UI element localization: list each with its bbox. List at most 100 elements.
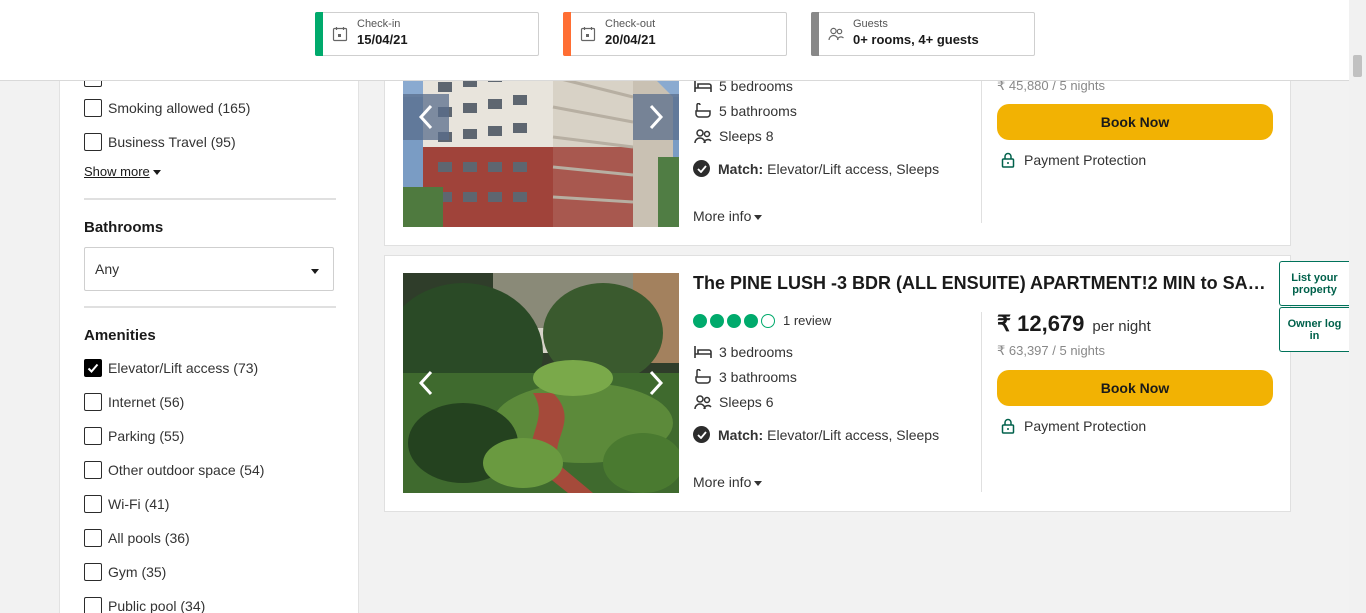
more-info-label: More info [693,474,752,490]
sleeps-text: Sleeps 6 [719,394,774,410]
match-label: Match: [718,426,764,443]
bathrooms-text: 3 bathrooms [719,369,797,385]
next-photo-button[interactable] [633,94,679,140]
listing-photo[interactable] [403,273,679,493]
caret-down-icon [152,170,161,176]
amenities-title: Amenities [84,327,156,344]
checkin-color-bar [315,12,323,56]
filter-business-travel[interactable]: Business Travel (95) [84,132,236,152]
amenity-label: All pools (36) [108,530,190,546]
chevron-left-icon [418,370,433,396]
amenity-internet[interactable]: Internet (56) [84,392,184,412]
caret-down-icon [754,480,763,486]
bathtub-icon [693,368,713,386]
checkin-label: Check-in [357,18,401,30]
checkout-value: 20/04/21 [605,32,656,47]
amenity-outdoor-space[interactable]: Other outdoor space (54) [84,460,264,480]
scrollbar-thumb[interactable] [1353,55,1362,77]
chevron-right-icon [649,104,664,130]
guests-color-bar [811,12,819,56]
amenity-parking[interactable]: Parking (55) [84,426,184,446]
people-icon [693,127,713,145]
more-info-toggle[interactable]: More info [693,208,763,224]
payment-protection-label: Payment Protection [1024,152,1147,168]
amenity-wifi[interactable]: Wi-Fi (41) [84,494,169,514]
checkbox[interactable] [84,461,102,479]
checkbox[interactable] [84,427,102,445]
match-row: Match: Elevator/Lift access, Sleeps [693,426,939,443]
checkbox[interactable] [84,133,102,151]
chevron-left-icon [418,104,433,130]
prev-photo-button[interactable] [403,94,449,140]
amenity-elevator[interactable]: Elevator/Lift access (73) [84,358,258,378]
checkbox[interactable] [84,563,102,581]
checkin-field[interactable]: Check-in 15/04/21 [315,12,539,56]
rating-bubble-full [710,313,724,328]
check-icon [87,363,99,373]
price-unit: per night [1092,318,1151,335]
bathrooms-title: Bathrooms [84,219,164,236]
bedrooms-text: 3 bedrooms [719,344,793,360]
divider [981,312,982,492]
sleeps-text: Sleeps 8 [719,128,774,144]
amenity-label: Internet (56) [108,394,185,410]
nightly-price: ₹ 12,679 per night [997,311,1151,337]
rating-bubble-full [727,313,741,328]
chevron-right-icon [649,370,664,396]
match-text: Elevator/Lift access, Sleeps [767,160,940,177]
amenity-label: Gym (35) [108,564,167,580]
bed-icon [693,343,713,361]
bathrooms-feature: 3 bathrooms [693,368,797,386]
checkout-label: Check-out [605,18,656,30]
owner-login-tab[interactable]: Owner log in [1279,307,1349,352]
checkout-color-bar [563,12,571,56]
list-your-property-tab[interactable]: List your property [1279,261,1349,306]
guests-value: 0+ rooms, 4+ guests [853,32,979,47]
date-guest-bar: Check-in 15/04/21 Check-out 20/04/21 Gue… [0,0,1366,81]
filters-sidebar: Smoking allowed (165) Business Travel (9… [59,0,359,613]
listing-card: The PINE LUSH -3 BDR (ALL ENSUITE) APART… [384,255,1291,512]
review-count[interactable]: 1 review [783,313,831,328]
book-now-button[interactable]: Book Now [997,370,1273,406]
total-price: ₹ 63,397 / 5 nights [997,343,1106,358]
check-circle-icon [693,426,710,443]
amenity-gym[interactable]: Gym (35) [84,562,166,582]
checkbox[interactable] [84,393,102,411]
book-now-button[interactable]: Book Now [997,104,1273,140]
checkin-value: 15/04/21 [357,32,408,47]
rating: 1 review [693,313,831,328]
lock-icon [1001,152,1015,168]
rating-bubble-full [744,313,758,328]
checkout-field[interactable]: Check-out 20/04/21 [563,12,787,56]
guests-field[interactable]: Guests 0+ rooms, 4+ guests [811,12,1035,56]
more-info-toggle[interactable]: More info [693,474,763,490]
bathtub-icon [693,102,713,120]
chevron-down-icon [311,269,319,274]
page-scrollbar[interactable] [1349,0,1366,613]
price-amount: ₹ 12,679 [997,311,1085,336]
checkbox-checked[interactable] [84,359,102,377]
bathrooms-select[interactable]: Any [84,247,334,291]
prev-photo-button[interactable] [403,360,449,406]
next-photo-button[interactable] [633,360,679,406]
listing-title[interactable]: The PINE LUSH -3 BDR (ALL ENSUITE) APART… [693,273,1275,294]
bathrooms-feature: 5 bathrooms [693,102,797,120]
show-more-link[interactable]: Show more [84,164,161,179]
people-icon [828,27,844,41]
amenity-public-pool[interactable]: Public pool (34) [84,596,205,613]
filter-label: Smoking allowed (165) [108,100,251,116]
filter-smoking-allowed[interactable]: Smoking allowed (165) [84,98,250,118]
show-more-label: Show more [84,164,150,179]
checkbox[interactable] [84,495,102,513]
amenity-all-pools[interactable]: All pools (36) [84,528,190,548]
rating-bubble-full [693,313,707,328]
checkbox[interactable] [84,529,102,547]
guests-label: Guests [853,18,888,30]
more-info-label: More info [693,208,752,224]
sleeps-feature: Sleeps 8 [693,127,773,145]
checkbox[interactable] [84,597,102,613]
amenity-label: Elevator/Lift access (73) [108,360,259,376]
checkbox[interactable] [84,99,102,117]
calendar-icon [332,27,348,42]
divider [84,306,336,308]
